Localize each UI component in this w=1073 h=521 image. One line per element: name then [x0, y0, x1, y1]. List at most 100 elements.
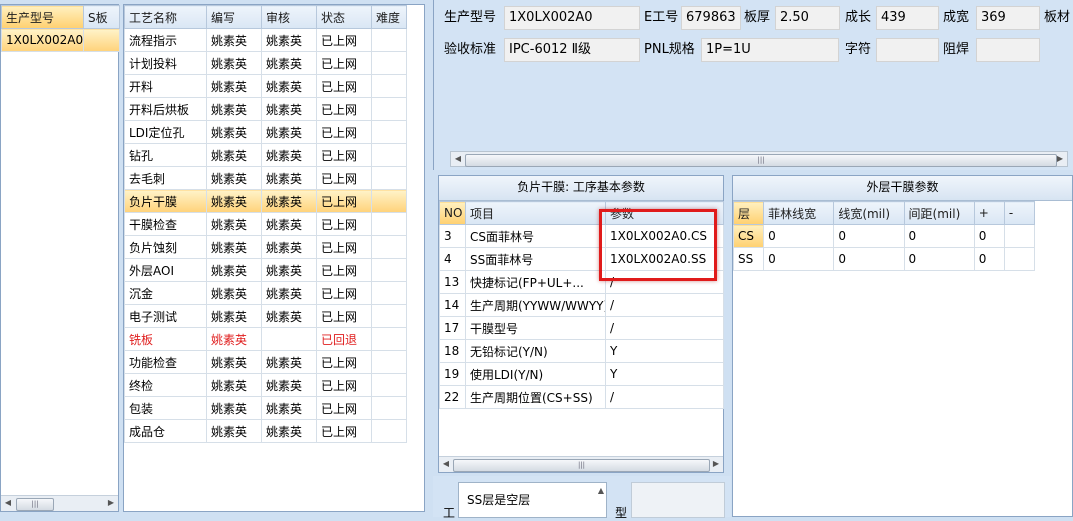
col-header-model[interactable]: 生产型号	[1, 5, 84, 29]
author-cell[interactable]: 姚素英	[206, 304, 262, 328]
difficulty-cell[interactable]	[371, 189, 407, 213]
process-name-cell[interactable]: 流程指示	[124, 28, 207, 52]
scroll-thumb[interactable]: |||	[453, 459, 710, 472]
scroll-right-arrow-icon[interactable]: ▶	[1056, 154, 1064, 164]
reviewer-cell[interactable]: 姚素英	[261, 350, 317, 374]
param-no-cell[interactable]: 14	[439, 293, 466, 317]
author-cell[interactable]: 姚素英	[206, 350, 262, 374]
col-header-line-width[interactable]: 线宽(mil)	[833, 201, 905, 225]
param-item-cell[interactable]: CS面菲林号	[465, 224, 606, 248]
col-header-item[interactable]: 项目	[465, 201, 606, 225]
reviewer-cell[interactable]: 姚素英	[261, 166, 317, 190]
difficulty-cell[interactable]	[371, 28, 407, 52]
reviewer-cell[interactable]: 姚素英	[261, 97, 317, 121]
param-item-cell[interactable]: 使用LDI(Y/N)	[465, 362, 606, 386]
author-cell[interactable]: 姚素英	[206, 120, 262, 144]
process-row[interactable]: 钻孔 姚素英 姚素英 已上网	[124, 143, 407, 167]
param-item-cell[interactable]: 快捷标记(FP+UL+...	[465, 270, 606, 294]
difficulty-cell[interactable]	[371, 143, 407, 167]
status-cell[interactable]: 已上网	[316, 350, 372, 374]
process-name-cell[interactable]: LDI定位孔	[124, 120, 207, 144]
col-header-film-width[interactable]: 菲林线宽	[763, 201, 835, 225]
pnl-field[interactable]: 1P=1U	[701, 38, 839, 62]
model-cell[interactable]: 1X0LX002A0	[1, 28, 84, 52]
process-name-cell[interactable]: 开料后烘板	[124, 97, 207, 121]
author-cell[interactable]: 姚素英	[206, 189, 262, 213]
scroll-up-arrow-icon[interactable]: ▲	[598, 486, 604, 495]
param-no-cell[interactable]: 3	[439, 224, 466, 248]
process-row[interactable]: 包装 姚素英 姚素英 已上网	[124, 396, 407, 420]
scroll-left-arrow-icon[interactable]: ◀	[4, 498, 12, 508]
model-field[interactable]: 1X0LX002A0	[504, 6, 640, 30]
difficulty-cell[interactable]	[371, 281, 407, 305]
plus-cell[interactable]: 0	[973, 247, 1005, 271]
process-row[interactable]: 负片干膜 姚素英 姚素英 已上网	[124, 189, 407, 213]
status-cell[interactable]: 已上网	[316, 74, 372, 98]
difficulty-cell[interactable]	[371, 304, 407, 328]
reviewer-cell[interactable]: 姚素英	[261, 74, 317, 98]
author-cell[interactable]: 姚素英	[206, 212, 262, 236]
col-header-difficulty[interactable]: 难度	[371, 5, 407, 29]
difficulty-cell[interactable]	[371, 74, 407, 98]
process-name-cell[interactable]: 铣板	[124, 327, 207, 351]
difficulty-cell[interactable]	[371, 396, 407, 420]
difficulty-cell[interactable]	[371, 51, 407, 75]
process-row[interactable]: 外层AOI 姚素英 姚素英 已上网	[124, 258, 407, 282]
col-header-author[interactable]: 编写	[206, 5, 262, 29]
process-row[interactable]: 电子测试 姚素英 姚素英 已上网	[124, 304, 407, 328]
scroll-left-arrow-icon[interactable]: ◀	[442, 459, 450, 469]
param-value-cell[interactable]: /	[605, 293, 724, 317]
col-header-layer[interactable]: 层	[732, 201, 765, 225]
process-name-cell[interactable]: 去毛刺	[124, 166, 207, 190]
param-row[interactable]: 17 干膜型号 /	[439, 316, 724, 340]
author-cell[interactable]: 姚素英	[206, 74, 262, 98]
status-cell[interactable]: 已上网	[316, 189, 372, 213]
status-cell[interactable]: 已上网	[316, 212, 372, 236]
param-value-cell[interactable]: Y	[605, 339, 724, 363]
outer-row[interactable]: SS 0 0 0 0	[732, 247, 1036, 271]
process-name-cell[interactable]: 钻孔	[124, 143, 207, 167]
process-name-cell[interactable]: 成品仓	[124, 419, 207, 443]
reviewer-cell[interactable]: 姚素英	[261, 304, 317, 328]
outer-row[interactable]: CS 0 0 0 0	[732, 224, 1036, 248]
process-name-cell[interactable]: 沉金	[124, 281, 207, 305]
reviewer-cell[interactable]: 姚素英	[261, 419, 317, 443]
scroll-left-arrow-icon[interactable]: ◀	[454, 154, 462, 164]
param-no-cell[interactable]: 17	[439, 316, 466, 340]
param-no-cell[interactable]: 19	[439, 362, 466, 386]
status-cell[interactable]: 已上网	[316, 51, 372, 75]
param-row[interactable]: 22 生产周期位置(CS+SS) /	[439, 385, 724, 409]
col-header-status[interactable]: 状态	[316, 5, 372, 29]
param-no-cell[interactable]: 4	[439, 247, 466, 271]
status-cell[interactable]: 已上网	[316, 28, 372, 52]
param-value-cell[interactable]: /	[605, 385, 724, 409]
status-cell[interactable]: 已上网	[316, 396, 372, 420]
param-item-cell[interactable]: SS面菲林号	[465, 247, 606, 271]
author-cell[interactable]: 姚素英	[206, 28, 262, 52]
difficulty-cell[interactable]	[371, 327, 407, 351]
reviewer-cell[interactable]: 姚素英	[261, 143, 317, 167]
author-cell[interactable]: 姚素英	[206, 258, 262, 282]
author-cell[interactable]: 姚素英	[206, 143, 262, 167]
col-header-plus[interactable]: +	[973, 201, 1005, 225]
reviewer-cell[interactable]: 姚素英	[261, 28, 317, 52]
author-cell[interactable]: 姚素英	[206, 97, 262, 121]
scroll-thumb[interactable]: |||	[16, 498, 54, 511]
process-name-cell[interactable]: 开料	[124, 74, 207, 98]
col-header-no[interactable]: NO	[439, 201, 466, 225]
difficulty-cell[interactable]	[371, 212, 407, 236]
char-field[interactable]	[876, 38, 939, 62]
scroll-right-arrow-icon[interactable]: ▶	[107, 498, 115, 508]
status-cell[interactable]: 已上网	[316, 166, 372, 190]
author-cell[interactable]: 姚素英	[206, 235, 262, 259]
model-row[interactable]: 1X0LX002A0	[1, 28, 120, 52]
spacing-cell[interactable]: 0	[903, 247, 975, 271]
status-cell[interactable]: 已上网	[316, 281, 372, 305]
status-cell[interactable]: 已上网	[316, 235, 372, 259]
process-row[interactable]: 开料 姚素英 姚素英 已上网	[124, 74, 407, 98]
plus-cell[interactable]: 0	[973, 224, 1005, 248]
reviewer-cell[interactable]: 姚素英	[261, 373, 317, 397]
col-header-process[interactable]: 工艺名称	[124, 5, 207, 29]
difficulty-cell[interactable]	[371, 120, 407, 144]
author-cell[interactable]: 姚素英	[206, 51, 262, 75]
